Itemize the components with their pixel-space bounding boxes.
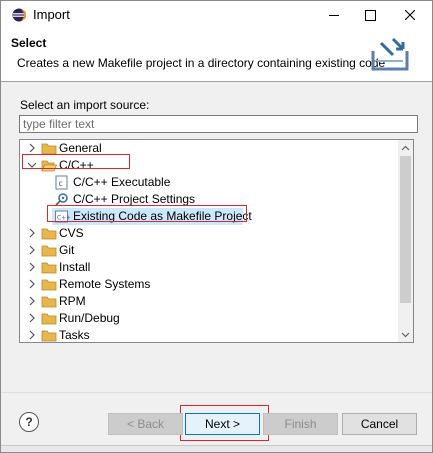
folder-icon: [41, 245, 57, 257]
tree-item-existing-code-makefile[interactable]: C++ Existing Code as Makefile Project: [20, 208, 398, 225]
page-title: Select: [11, 36, 47, 50]
tree-item-label: Git: [59, 243, 75, 257]
tree-item-label: Remote Systems: [59, 277, 151, 291]
scrollbar-thumb[interactable]: [400, 156, 411, 303]
tree-item-general[interactable]: General: [20, 140, 398, 157]
filter-input[interactable]: [19, 115, 418, 133]
tree-item-label: CVS: [59, 226, 84, 240]
chevron-right-icon[interactable]: [27, 296, 37, 306]
chevron-right-icon[interactable]: [27, 143, 37, 153]
tree-content: General C/C++ c C/C++ Executable C/C++ P…: [20, 140, 398, 342]
cancel-button[interactable]: Cancel: [342, 413, 417, 435]
makefile-project-icon: C++: [55, 210, 70, 223]
next-button[interactable]: Next >: [185, 413, 260, 435]
chevron-right-icon[interactable]: [27, 279, 37, 289]
scroll-down-button[interactable]: [398, 327, 413, 342]
folder-icon: [41, 143, 57, 155]
chevron-down-icon[interactable]: [27, 160, 37, 170]
tree-item-label: Existing Code as Makefile Project: [73, 209, 252, 223]
wizard-header: Select Creates a new Makefile project in…: [1, 29, 432, 82]
folder-icon: [41, 296, 57, 308]
eclipse-icon: [12, 8, 26, 22]
svg-text:c: c: [59, 179, 63, 188]
maximize-icon: [364, 9, 376, 21]
tree-item-label: C/C++ Project Settings: [73, 192, 196, 206]
close-button[interactable]: [393, 1, 427, 29]
help-button[interactable]: ?: [19, 412, 39, 432]
close-icon: [405, 10, 415, 20]
project-settings-icon: [55, 193, 68, 206]
folder-icon: [41, 279, 57, 291]
tree-item-label: C/C++ Executable: [73, 175, 171, 189]
tree-item-c-cpp-executable[interactable]: c C/C++ Executable: [20, 174, 398, 191]
chevron-right-icon[interactable]: [27, 262, 37, 272]
minimize-button[interactable]: [317, 1, 351, 29]
folder-icon: [41, 262, 57, 274]
chevron-right-icon[interactable]: [27, 342, 37, 343]
import-source-label: Select an import source:: [20, 98, 150, 112]
tree-item-rpm[interactable]: RPM: [20, 293, 398, 310]
tree-item-label: T: [59, 341, 66, 342]
tree-item-label: C/C++: [59, 158, 94, 172]
tree-item-install[interactable]: Install: [20, 259, 398, 276]
back-button[interactable]: < Back: [108, 413, 183, 435]
window-title: Import: [33, 7, 70, 22]
chevron-right-icon[interactable]: [27, 330, 37, 340]
c-executable-icon: c: [55, 175, 68, 190]
import-dialog: Import Select Creates a new Makefile pro…: [0, 0, 433, 453]
folder-icon: [41, 228, 57, 240]
chevron-down-icon: [401, 332, 410, 337]
chevron-up-icon: [401, 145, 410, 150]
tree-item-label: Install: [59, 260, 91, 274]
tree-item-remote-systems[interactable]: Remote Systems: [20, 276, 398, 293]
tree-item-cvs[interactable]: CVS: [20, 225, 398, 242]
tree-item-label: General: [59, 141, 102, 155]
tree-item-label: Run/Debug: [59, 311, 120, 325]
tree-item-run-debug[interactable]: Run/Debug: [20, 310, 398, 327]
chevron-right-icon[interactable]: [27, 313, 37, 323]
import-source-tree[interactable]: General C/C++ c C/C++ Executable C/C++ P…: [19, 139, 414, 343]
import-wizard-icon: [371, 37, 409, 71]
tree-scrollbar[interactable]: [398, 140, 413, 342]
title-bar: Import: [1, 1, 432, 29]
svg-text:C++: C++: [57, 215, 70, 222]
folder-icon: [41, 341, 57, 343]
folder-open-icon: [41, 160, 57, 172]
page-description: Creates a new Makefile project in a dire…: [17, 56, 386, 70]
tree-item-git[interactable]: Git: [20, 242, 398, 259]
background-window-strip: [1, 445, 432, 452]
help-icon: ?: [25, 415, 33, 429]
tree-item-label: RPM: [59, 294, 86, 308]
chevron-right-icon[interactable]: [27, 228, 37, 238]
chevron-right-icon[interactable]: [27, 245, 37, 255]
tree-item-project-settings[interactable]: C/C++ Project Settings: [20, 191, 398, 208]
minimize-icon: [329, 15, 339, 16]
finish-button[interactable]: Finish: [263, 413, 338, 435]
maximize-button[interactable]: [353, 1, 387, 29]
divider: [1, 392, 432, 393]
tree-item-partial[interactable]: T: [20, 340, 398, 343]
folder-icon: [41, 313, 57, 325]
scroll-up-button[interactable]: [398, 140, 413, 155]
tree-item-c-cpp[interactable]: C/C++: [20, 157, 398, 174]
